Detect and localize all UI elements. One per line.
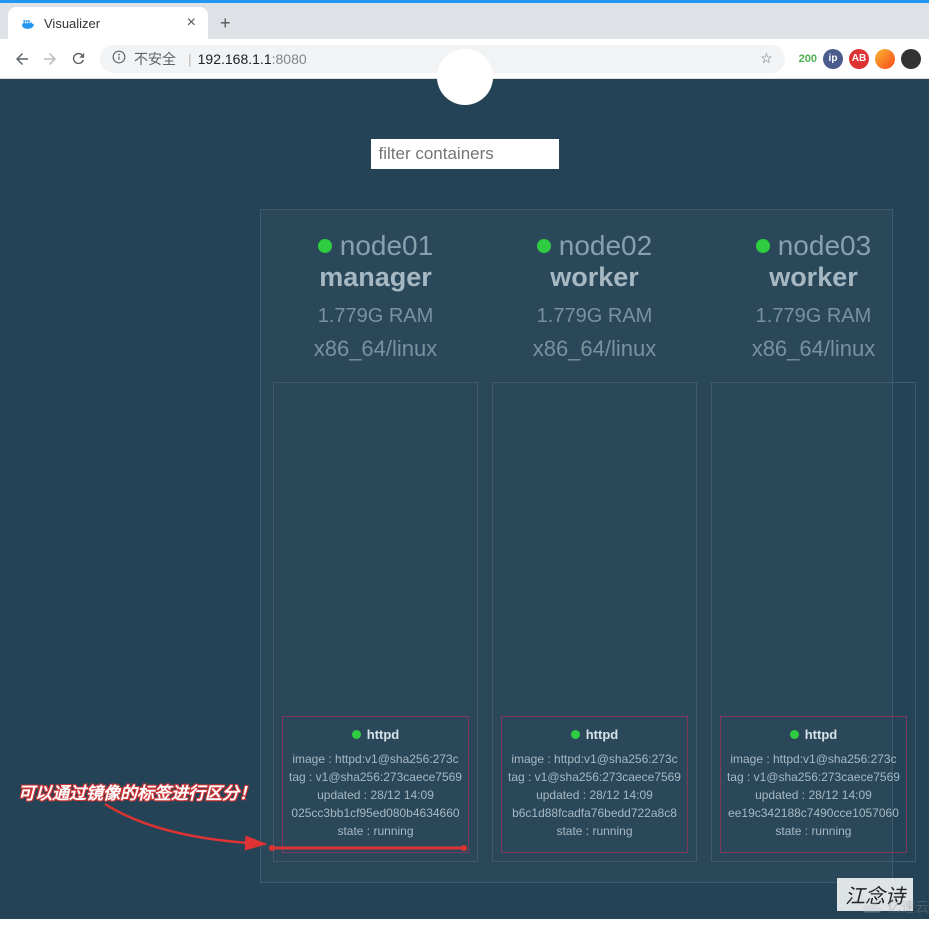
node-name: node01	[318, 230, 433, 262]
container-id: b6c1d88fcadfa76bedd722a8c8	[508, 806, 681, 820]
container-name: httpd	[352, 727, 399, 742]
tab-title: Visualizer	[44, 16, 179, 31]
status-dot-icon	[571, 730, 580, 739]
tab-close-icon[interactable]: ×	[187, 14, 196, 32]
site-info-icon[interactable]	[112, 50, 126, 67]
node-box: httpd image : httpd:v1@sha256:273c tag :…	[711, 382, 916, 862]
ext-ip-icon[interactable]: ip	[823, 49, 843, 69]
bookmark-star-icon[interactable]: ☆	[760, 50, 773, 67]
docker-logo	[437, 49, 493, 105]
visualizer-page: node01 manager 1.779G RAM x86_64/linux h…	[0, 79, 929, 919]
ext-firefox-icon[interactable]	[875, 49, 895, 69]
node-column-node02: node02 worker 1.779G RAM x86_64/linux ht…	[492, 230, 697, 862]
url-host: 192.168.1.1	[198, 51, 272, 67]
node-box: httpd image : httpd:v1@sha256:273c tag :…	[273, 382, 478, 862]
node-role: worker	[711, 262, 916, 293]
status-dot-icon	[790, 730, 799, 739]
container-state: state : running	[289, 824, 462, 838]
node-box: httpd image : httpd:v1@sha256:273c tag :…	[492, 382, 697, 862]
ext-misc-icon[interactable]	[901, 49, 921, 69]
annotation-text: 可以通过镜像的标签进行区分！	[18, 779, 256, 804]
nodes-container: node01 manager 1.779G RAM x86_64/linux h…	[260, 209, 893, 883]
watermark-logo: 亿速云	[861, 897, 929, 917]
tab-favicon	[20, 15, 36, 31]
tab-bar: Visualizer × +	[0, 3, 929, 39]
container-tag: tag : v1@sha256:273caece7569	[727, 770, 900, 784]
back-button[interactable]	[8, 45, 36, 73]
container-image: image : httpd:v1@sha256:273c	[727, 752, 900, 766]
node-arch: x86_64/linux	[492, 336, 697, 362]
status-dot-icon	[756, 239, 770, 253]
container-name: httpd	[790, 727, 837, 742]
browser-tab[interactable]: Visualizer ×	[8, 7, 208, 39]
reload-button[interactable]	[64, 45, 92, 73]
container-id: ee19c342188c7490cce1057060	[727, 806, 900, 820]
node-ram: 1.779G RAM	[492, 305, 697, 328]
node-header: node03 worker 1.779G RAM x86_64/linux	[711, 230, 916, 362]
container-state: state : running	[508, 824, 681, 838]
node-arch: x86_64/linux	[711, 336, 916, 362]
new-tab-button[interactable]: +	[208, 7, 243, 39]
container-image: image : httpd:v1@sha256:273c	[508, 752, 681, 766]
filter-bar	[0, 139, 929, 169]
filter-input[interactable]	[371, 139, 559, 169]
node-arch: x86_64/linux	[273, 336, 478, 362]
container-image: image : httpd:v1@sha256:273c	[289, 752, 462, 766]
url-port: :8080	[272, 51, 307, 67]
ext-adblock-icon[interactable]: AB	[849, 49, 869, 69]
insecure-label: 不安全	[134, 49, 176, 69]
node-header: node02 worker 1.779G RAM x86_64/linux	[492, 230, 697, 362]
node-header: node01 manager 1.779G RAM x86_64/linux	[273, 230, 478, 362]
node-role: worker	[492, 262, 697, 293]
container-card[interactable]: httpd image : httpd:v1@sha256:273c tag :…	[720, 716, 907, 853]
container-name: httpd	[571, 727, 618, 742]
forward-button[interactable]	[36, 45, 64, 73]
node-role: manager	[273, 262, 478, 293]
container-updated: updated : 28/12 14:09	[508, 788, 681, 802]
annotation-arrow-icon	[100, 799, 280, 859]
node-column-node03: node03 worker 1.779G RAM x86_64/linux ht…	[711, 230, 916, 862]
container-tag: tag : v1@sha256:273caece7569	[508, 770, 681, 784]
container-tag: tag : v1@sha256:273caece7569	[289, 770, 462, 784]
status-dot-icon	[318, 239, 332, 253]
container-id: 025cc3bb1cf95ed080b4634660	[289, 806, 462, 820]
container-updated: updated : 28/12 14:09	[289, 788, 462, 802]
status-dot-icon	[352, 730, 361, 739]
container-card[interactable]: httpd image : httpd:v1@sha256:273c tag :…	[282, 716, 469, 853]
status-dot-icon	[537, 239, 551, 253]
ext-status-badge[interactable]: 200	[799, 53, 817, 65]
node-name: node02	[537, 230, 652, 262]
container-updated: updated : 28/12 14:09	[727, 788, 900, 802]
container-card[interactable]: httpd image : httpd:v1@sha256:273c tag :…	[501, 716, 688, 853]
node-ram: 1.779G RAM	[273, 305, 478, 328]
node-column-node01: node01 manager 1.779G RAM x86_64/linux h…	[273, 230, 478, 862]
node-ram: 1.779G RAM	[711, 305, 916, 328]
extension-icons: 200 ip AB	[793, 49, 921, 69]
url-separator: |	[188, 51, 192, 67]
container-state: state : running	[727, 824, 900, 838]
node-name: node03	[756, 230, 871, 262]
